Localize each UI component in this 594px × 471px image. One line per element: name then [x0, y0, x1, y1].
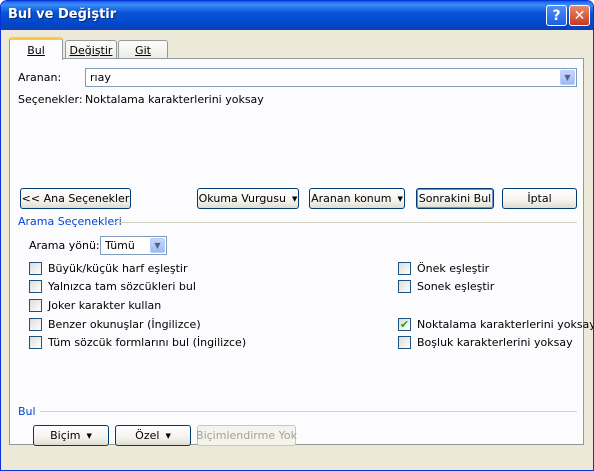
format-button[interactable]: Biçim ▼	[33, 425, 109, 446]
chevron-down-icon[interactable]: ▼	[150, 238, 165, 253]
title-bar[interactable]: Bul ve Değiştir ? ✕	[1, 1, 593, 30]
find-in-button[interactable]: Aranan konum ▼	[309, 188, 405, 209]
window-title: Bul ve Değiştir	[8, 7, 117, 22]
ignore-punctuation-label: Noktalama karakterlerini yoksay	[417, 318, 594, 331]
less-options-label: << Ana Seçenekler	[21, 192, 130, 205]
help-icon: ?	[552, 7, 561, 24]
find-section-title: Bul	[18, 405, 36, 418]
caret-down-icon: ▼	[291, 194, 298, 203]
find-next-label: Sonrakini Bul	[418, 192, 492, 205]
search-options-divider	[115, 222, 577, 223]
whole-words-label: Yalnızca tam sözcükleri bul	[48, 280, 196, 293]
reading-highlight-label: Okuma Vurgusu	[198, 192, 286, 205]
options-label: Seçenekler:	[18, 93, 83, 106]
word-forms-checkbox[interactable]	[29, 336, 42, 349]
reading-highlight-button[interactable]: Okuma Vurgusu ▼	[197, 188, 299, 209]
checkmark-icon: ✔	[399, 318, 410, 331]
special-button[interactable]: Özel ▼	[115, 425, 191, 446]
cancel-button[interactable]: İptal	[502, 188, 577, 209]
ignore-whitespace-checkbox[interactable]	[398, 336, 411, 349]
ignore-punctuation-checkbox[interactable]: ✔	[398, 318, 411, 331]
close-icon: ✕	[573, 7, 586, 24]
sounds-like-label: Benzer okunuşlar (İngilizce)	[48, 318, 201, 331]
search-direction-label: Arama yönü:	[29, 239, 100, 252]
find-next-button[interactable]: Sonrakini Bul	[416, 188, 494, 209]
tab-replace[interactable]: Değiştir	[65, 40, 117, 59]
search-direction-value: Tümü	[105, 239, 135, 252]
tab-goto[interactable]: Git	[118, 40, 168, 59]
options-value: Noktalama karakterlerini yoksay	[85, 93, 264, 106]
search-direction-select[interactable]: Tümü ▼	[100, 236, 167, 255]
find-what-input[interactable]: rıay ▼	[85, 68, 577, 87]
match-case-label: Büyük/küçük harf eşleştir	[48, 262, 188, 275]
no-formatting-button[interactable]: Biçimlendirme Yok	[196, 425, 297, 446]
find-section-divider	[40, 411, 577, 412]
find-what-value: rıay	[90, 71, 111, 84]
match-suffix-checkbox[interactable]	[398, 280, 411, 293]
tab-find-label: Bul	[27, 43, 45, 57]
tab-replace-label: Değiştir	[69, 43, 113, 57]
help-button[interactable]: ?	[546, 5, 567, 26]
close-button[interactable]: ✕	[569, 5, 590, 26]
caret-down-icon: ▼	[86, 431, 92, 440]
ignore-whitespace-label: Boşluk karakterlerini yoksay	[417, 336, 573, 349]
caret-down-icon: ▼	[397, 194, 403, 203]
wildcards-checkbox[interactable]	[29, 299, 42, 312]
less-options-button[interactable]: << Ana Seçenekler	[20, 188, 131, 209]
find-in-label: Aranan konum	[311, 192, 392, 205]
sounds-like-checkbox[interactable]	[29, 318, 42, 331]
word-forms-label: Tüm sözcük formlarını bul (İngilizce)	[48, 336, 247, 349]
tab-find[interactable]: Bul	[9, 37, 63, 60]
tab-goto-label: Git	[135, 43, 151, 57]
find-replace-dialog: Bul ve Değiştir ? ✕ Bul Değiştir Git Ara…	[0, 0, 594, 471]
format-label: Biçim	[50, 429, 81, 442]
search-options-title: Arama Seçenekleri	[18, 215, 122, 228]
match-prefix-label: Önek eşleştir	[417, 262, 490, 275]
match-suffix-label: Sonek eşleştir	[417, 280, 495, 293]
caret-down-icon: ▼	[165, 431, 171, 440]
match-prefix-checkbox[interactable]	[398, 262, 411, 275]
match-case-checkbox[interactable]	[29, 262, 42, 275]
no-formatting-label: Biçimlendirme Yok	[196, 429, 297, 442]
cancel-label: İptal	[527, 192, 552, 205]
wildcards-label: Joker karakter kullan	[48, 299, 162, 312]
whole-words-checkbox[interactable]	[29, 280, 42, 293]
chevron-down-icon[interactable]: ▼	[560, 70, 575, 85]
tab-panel: Aranan: rıay ▼ Seçenekler: Noktalama kar…	[9, 58, 593, 446]
special-label: Özel	[135, 429, 160, 442]
find-what-label: Aranan:	[18, 71, 62, 84]
